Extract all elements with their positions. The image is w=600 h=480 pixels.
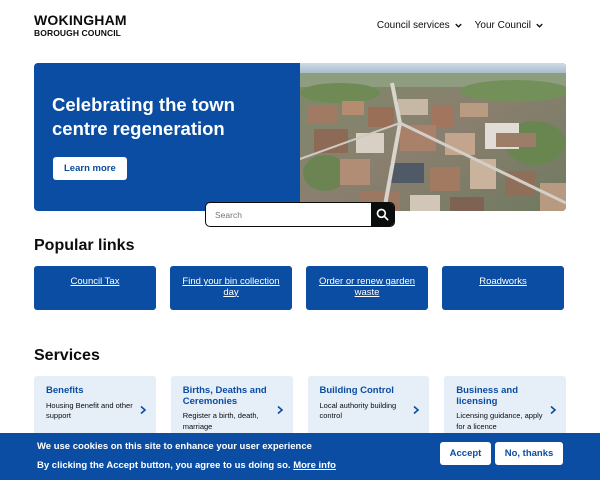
cookie-title: We use cookies on this site to enhance y…	[37, 441, 312, 452]
popular-link-bin-collection[interactable]: Find your bin collection day	[170, 266, 292, 310]
hero-title: Celebrating the town centre regeneration	[52, 94, 235, 139]
site-header: WOKINGHAM BOROUGH COUNCIL Council servic…	[0, 0, 600, 56]
chevron-right-icon	[276, 405, 283, 415]
service-description: Local authority building control	[319, 400, 397, 421]
chevron-right-icon	[140, 405, 146, 415]
popular-link-garden-waste[interactable]: Order or renew garden waste	[306, 266, 428, 310]
hero-text-panel: Celebrating the town centre regeneration…	[34, 63, 300, 211]
service-name: Births, Deaths and Ceremonies	[182, 385, 267, 407]
council-logo[interactable]: WOKINGHAM BOROUGH COUNCIL	[34, 13, 127, 38]
popular-links-heading: Popular links	[34, 237, 135, 254]
popular-link-roadworks[interactable]: Roadworks	[442, 266, 564, 310]
chevron-down-icon	[536, 23, 543, 28]
popular-link-label: Order or renew garden waste	[318, 276, 416, 298]
accept-cookies-button[interactable]: Accept	[440, 442, 491, 465]
search-bar	[205, 202, 395, 227]
main-nav: Council services Your Council	[377, 20, 544, 31]
chevron-right-icon	[413, 405, 420, 415]
cookie-text: By clicking the Accept button, you agree…	[37, 460, 291, 471]
cookie-text-line: By clicking the Accept button, you agree…	[37, 460, 336, 471]
learn-more-button[interactable]: Learn more	[53, 157, 127, 180]
aerial-town-photo	[299, 63, 566, 211]
hero-image	[299, 63, 566, 211]
chevron-down-icon	[454, 23, 462, 28]
nav-label: Your Council	[474, 20, 531, 31]
services-heading: Services	[34, 347, 100, 364]
popular-link-label: Find your bin collection day	[182, 276, 280, 298]
service-description: Register a birth, death, marriage	[182, 411, 259, 431]
hero-banner: Celebrating the town centre regeneration…	[34, 63, 566, 211]
popular-link-label: Roadworks	[479, 276, 527, 287]
service-name: Building Control	[319, 385, 394, 396]
nav-label: Council services	[376, 20, 450, 31]
popular-links-grid: Council Tax Find your bin collection day…	[34, 266, 566, 310]
popular-link-label: Council Tax	[70, 276, 120, 287]
service-name: Business and licensing	[456, 385, 519, 407]
service-description: Housing Benefit and other support	[46, 400, 133, 421]
nav-council-services[interactable]: Council services	[377, 20, 463, 31]
search-icon	[376, 208, 389, 221]
logo-line-2: BOROUGH COUNCIL	[34, 28, 121, 38]
service-name: Benefits	[46, 385, 84, 396]
chevron-right-icon	[550, 405, 557, 415]
nav-your-council[interactable]: Your Council	[475, 20, 544, 31]
cookie-banner: We use cookies on this site to enhance y…	[0, 433, 600, 480]
logo-line-1: WOKINGHAM	[34, 12, 127, 28]
more-info-link[interactable]: More info	[293, 460, 336, 471]
search-button[interactable]	[371, 203, 394, 226]
popular-link-council-tax[interactable]: Council Tax	[34, 266, 156, 310]
decline-cookies-button[interactable]: No, thanks	[495, 442, 563, 465]
search-input[interactable]	[206, 203, 371, 226]
service-description: Licensing guidance, apply for a licence	[456, 411, 543, 431]
